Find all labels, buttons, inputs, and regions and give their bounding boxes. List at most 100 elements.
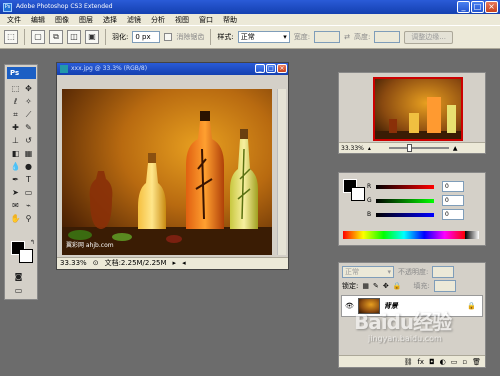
scroll-left-icon[interactable]: ◂ — [182, 258, 186, 269]
menu-window[interactable]: 窗口 — [194, 15, 218, 25]
eraser-tool-icon[interactable]: ◧ — [10, 148, 21, 159]
green-value-input[interactable]: 0 — [442, 195, 464, 206]
grayscale-ramp[interactable] — [465, 231, 479, 239]
type-tool-icon[interactable]: T — [23, 174, 34, 185]
zoom-slider-thumb[interactable] — [406, 144, 412, 152]
layer-style-icon[interactable]: fx — [417, 358, 424, 366]
fill-input[interactable] — [433, 280, 456, 292]
red-slider[interactable] — [376, 184, 434, 189]
status-icon[interactable]: ⊙ — [93, 258, 99, 269]
history-brush-icon[interactable]: ↺ — [23, 135, 34, 146]
brush-tool-icon[interactable]: ✎ — [23, 122, 34, 133]
swap-colors-icon[interactable]: ↰ — [27, 237, 38, 248]
color-spectrum[interactable] — [343, 231, 465, 239]
minimize-button[interactable]: _ — [457, 1, 470, 13]
opacity-input[interactable] — [432, 266, 455, 278]
quick-mask-icon[interactable]: ◙ — [13, 271, 24, 282]
maximize-button[interactable]: □ — [471, 1, 484, 13]
doc-close-button[interactable]: × — [277, 64, 287, 73]
slice-tool-icon[interactable]: ⟋ — [23, 109, 34, 120]
document-title-bar[interactable]: xxx.jpg @ 33.3% (RGB/8) _ □ × — [57, 63, 288, 75]
healing-brush-icon[interactable]: ✚ — [10, 122, 21, 133]
refine-edge-button[interactable]: 调整边缘... — [404, 30, 453, 44]
menu-edit[interactable]: 编辑 — [26, 15, 50, 25]
options-bar: ⬚ ▢ ⧉ ◫ ▣ 羽化: 0 px 消除锯齿 样式: 正常 ▾ 宽度: ⇄ 高度… — [0, 25, 500, 49]
height-label: 高度: — [353, 33, 371, 41]
background-color-swatch[interactable] — [19, 249, 33, 263]
zoom-in-icon[interactable]: ▲ — [453, 145, 458, 152]
hand-tool-icon[interactable]: ✋ — [10, 213, 21, 224]
vertical-scrollbar[interactable] — [277, 89, 286, 255]
document-status-bar: 33.33% ⊙ 文档:2.25M/2.25M ▸ ◂ — [57, 257, 288, 269]
delete-layer-icon[interactable]: 🗑 — [472, 358, 481, 366]
menu-file[interactable]: 文件 — [2, 15, 26, 25]
navigator-thumbnail[interactable] — [373, 77, 463, 141]
color-panel: R 0 G 0 B 0 — [338, 172, 486, 246]
document-info: 文档:2.25M/2.25M — [104, 259, 167, 267]
pen-tool-icon[interactable]: ✒ — [10, 174, 21, 185]
opacity-label: 不透明度: — [398, 268, 429, 276]
magic-wand-icon[interactable]: ✧ — [23, 96, 34, 107]
zoom-slider[interactable] — [388, 144, 449, 152]
subtract-selection-icon[interactable]: ◫ — [67, 30, 81, 44]
marquee-tool-icon[interactable]: ⬚ — [10, 83, 21, 94]
image-canvas[interactable]: 翼彩网 ahjb.com — [62, 89, 272, 255]
divider — [210, 29, 212, 45]
menu-select[interactable]: 选择 — [98, 15, 122, 25]
menu-help[interactable]: 帮助 — [218, 15, 242, 25]
menu-layer[interactable]: 图层 — [74, 15, 98, 25]
red-value-input[interactable]: 0 — [442, 181, 464, 192]
path-select-icon[interactable]: ➤ — [10, 187, 21, 198]
intersect-selection-icon[interactable]: ▣ — [85, 30, 99, 44]
menu-analysis[interactable]: 分析 — [146, 15, 170, 25]
lock-transparent-icon[interactable]: ▦ — [362, 282, 369, 290]
link-layers-icon[interactable]: ⛓ — [404, 358, 413, 366]
swap-icon[interactable]: ⇄ — [344, 33, 350, 41]
lock-image-icon[interactable]: ✎ — [373, 282, 379, 290]
blue-value-input[interactable]: 0 — [442, 209, 464, 220]
menu-view[interactable]: 视图 — [170, 15, 194, 25]
navigator-zoom[interactable]: 33.33% — [341, 145, 364, 152]
lock-all-icon[interactable]: 🔒 — [393, 282, 402, 290]
move-tool-icon[interactable]: ✥ — [23, 83, 34, 94]
zoom-out-icon[interactable]: ▴ — [368, 145, 371, 152]
antialias-checkbox[interactable] — [164, 33, 173, 41]
lasso-tool-icon[interactable]: ℓ — [10, 96, 21, 107]
height-input[interactable] — [374, 31, 401, 43]
menu-filter[interactable]: 滤镜 — [122, 15, 146, 25]
notes-tool-icon[interactable]: ✉ — [10, 200, 21, 211]
doc-maximize-button[interactable]: □ — [266, 64, 276, 73]
color-background-swatch[interactable] — [351, 187, 365, 201]
clone-stamp-icon[interactable]: ⊥ — [10, 135, 21, 146]
lock-position-icon[interactable]: ✥ — [383, 282, 389, 290]
add-selection-icon[interactable]: ⧉ — [49, 30, 63, 44]
menu-image[interactable]: 图像 — [50, 15, 74, 25]
dodge-tool-icon[interactable]: ● — [23, 161, 34, 172]
shape-tool-icon[interactable]: ▭ — [23, 187, 34, 198]
menu-bar: 文件 编辑 图像 图层 选择 滤镜 分析 视图 窗口 帮助 — [0, 14, 500, 25]
feather-input[interactable]: 0 px — [132, 31, 161, 43]
green-slider[interactable] — [376, 198, 434, 203]
gradient-tool-icon[interactable]: ▦ — [23, 148, 34, 159]
new-selection-icon[interactable]: ▢ — [31, 30, 45, 44]
feather-label: 羽化: — [112, 33, 129, 41]
width-input[interactable] — [314, 31, 341, 43]
doc-minimize-button[interactable]: _ — [255, 64, 265, 73]
zoom-level[interactable]: 33.33% — [60, 258, 87, 269]
crop-tool-icon[interactable]: ⌗ — [10, 109, 21, 120]
status-menu-arrow-icon[interactable]: ▸ — [173, 258, 177, 269]
blur-tool-icon[interactable]: 💧 — [10, 161, 21, 172]
blue-slider[interactable] — [376, 212, 434, 217]
blend-mode-select[interactable]: 正常 ▾ — [342, 266, 394, 278]
blue-channel-row: B 0 — [367, 209, 464, 220]
screen-mode-icon[interactable]: ▭ — [13, 285, 24, 296]
marquee-preset-icon[interactable]: ⬚ — [4, 30, 18, 44]
new-layer-icon[interactable]: ▫ — [462, 358, 467, 366]
adjustment-layer-icon[interactable]: ◐ — [440, 358, 446, 366]
zoom-tool-icon[interactable]: ⚲ — [23, 213, 34, 224]
style-select[interactable]: 正常 ▾ — [237, 31, 290, 43]
close-button[interactable]: × — [485, 1, 498, 13]
layer-mask-icon[interactable]: ◘ — [429, 358, 435, 366]
eyedropper-icon[interactable]: ⌁ — [23, 200, 34, 211]
group-icon[interactable]: ▭ — [451, 358, 458, 366]
